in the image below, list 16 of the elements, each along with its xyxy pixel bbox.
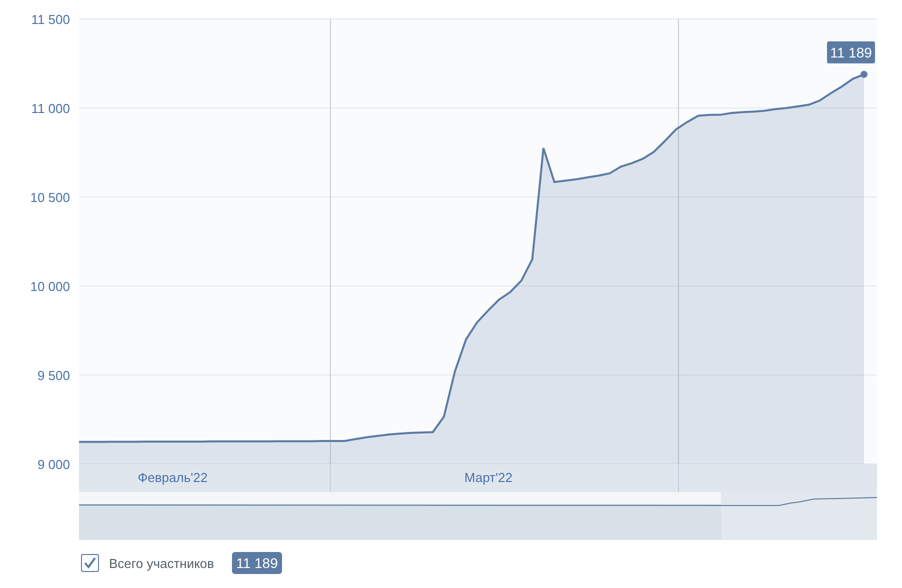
checkbox[interactable] [81,554,99,572]
check-icon [84,557,96,569]
y-axis-label: 11 500 [31,12,70,27]
range-navigator[interactable] [79,492,877,540]
data-point [860,70,868,78]
navigator-selection[interactable] [721,492,877,540]
y-axis-label: 11 000 [31,101,70,116]
x-axis-label: Март'22 [464,470,512,485]
y-axis-label: 10 500 [30,190,70,205]
value-tooltip: 11 189 [827,41,875,64]
legend-label: Всего участников [109,556,214,570]
y-axis-label: 9 000 [37,457,70,472]
y-axis-label: 9 500 [37,368,70,383]
x-axis-label: Февраль'22 [138,470,208,485]
legend-value: 11 189 [232,552,282,574]
y-axis-label: 10 000 [30,279,70,294]
